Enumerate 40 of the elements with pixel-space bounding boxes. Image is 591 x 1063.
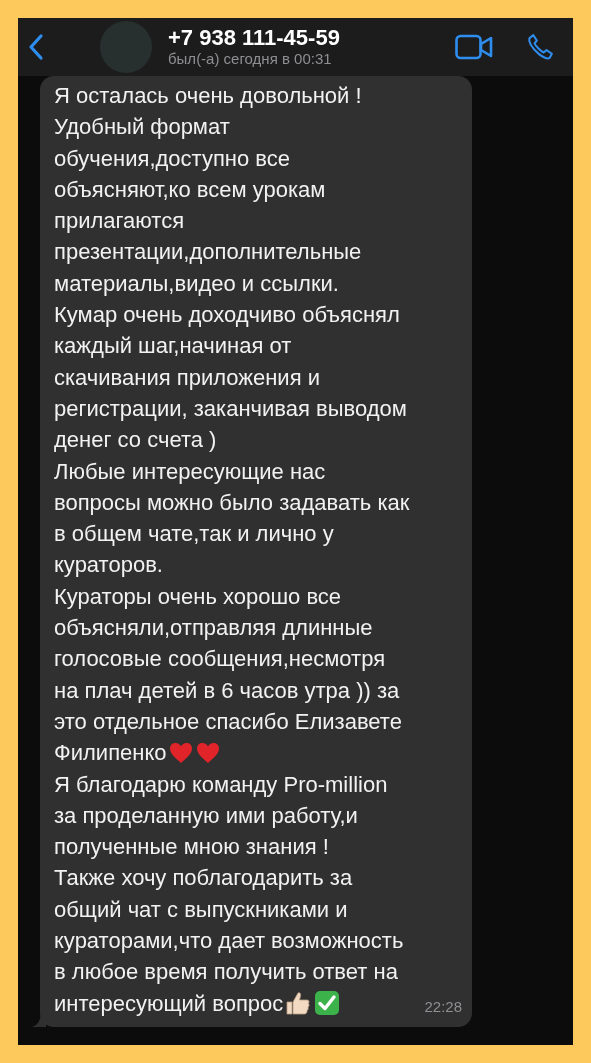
message-text: обучения,доступно все [54,144,291,173]
last-seen-status: был(-а) сегодня в 00:31 [168,50,333,68]
message-text: объясняют,ко всем урокам [54,175,327,204]
message-text: на плач детей в 6 часов утра )) за [54,676,401,705]
message-text: общий чат с выпускниками и [54,895,349,924]
message-text: денег со счета ) [54,426,218,455]
message-text: Любые интересующие нас [54,457,327,486]
contact-name: +7 938 111-45-59 [168,26,340,50]
message-text: презентации,дополнительные [54,238,363,267]
video-call-icon[interactable] [455,34,493,60]
message-text: полученные мною знания ! [54,833,330,862]
message-text: материалы,видео и ссылки. [54,269,340,298]
message-text: Удобный формат [54,113,231,142]
phone-call-icon[interactable] [525,32,555,62]
message-text: кураторами,что дает возможность [54,927,405,955]
message-time: 22:28 [424,997,462,1018]
message-text: регистрации, заканчивая выводом [54,394,408,423]
heart-icon [195,741,220,764]
message-text: интересующий вопрос [54,989,284,1018]
message-text: прилагаются [54,207,186,236]
check-mark-icon [314,990,341,1017]
message-text: Кумар очень доходчиво объяснял [54,301,401,330]
message-text: за проделанную ими работу,и [54,801,359,830]
message-text: объясняли,отправляя длинные [54,614,374,643]
message-text: Я благодарю команду Pro-million [54,770,389,799]
message-text: вопросы можно было задавать как [54,488,411,517]
message-text: Филипенко [54,739,167,768]
message-text: каждый шаг,начиная от [54,332,293,361]
message-text: Также хочу поблагодарить за [54,864,354,893]
message-text: скачивания приложения и [54,363,321,392]
message-text: голосовые сообщения,несмотря [54,645,387,674]
message-text: Я осталась очень довольной ! [54,82,363,110]
message-text: кураторов. [54,551,164,580]
message-text: в общем чате,так и лично у [54,520,335,549]
message-text: это отдельное спасибо Елизавете [54,707,403,736]
heart-icon [168,741,193,764]
message-text: Кураторы очень хорошо все [54,582,343,611]
back-button[interactable] [28,33,44,61]
message-text: в любое время получить ответ на [54,958,399,987]
thumbs-up-icon [285,990,312,1017]
